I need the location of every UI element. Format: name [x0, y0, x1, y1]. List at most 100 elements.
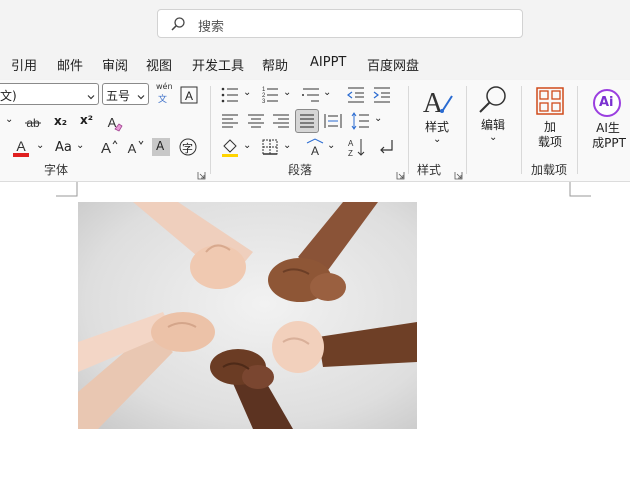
- justify-button[interactable]: [295, 109, 319, 133]
- paragraph-mark-icon: [380, 140, 393, 154]
- search-box[interactable]: 搜索: [157, 9, 523, 38]
- addins-button-label-2: 载项: [537, 135, 562, 149]
- shrink-font-button[interactable]: A: [124, 136, 146, 158]
- asian-layout-button[interactable]: A: [304, 136, 326, 158]
- margin-corner-right: [569, 182, 591, 197]
- svg-text:A: A: [348, 139, 354, 148]
- svg-text:A: A: [101, 140, 111, 157]
- tab-help[interactable]: 帮助: [262, 55, 288, 74]
- tab-view[interactable]: 视图: [146, 55, 172, 74]
- paragraph-dialog-launcher-icon[interactable]: [396, 165, 405, 180]
- strikethrough-button[interactable]: ab: [22, 112, 44, 134]
- ai-ppt-button[interactable]: Ai: [592, 88, 622, 118]
- svg-text:A: A: [108, 115, 117, 130]
- grow-font-button[interactable]: A: [98, 136, 120, 158]
- show-marks-button[interactable]: [375, 136, 397, 158]
- bullets-button[interactable]: [219, 84, 241, 106]
- chevron-down-icon[interactable]: ⌄: [243, 140, 251, 151]
- chevron-down-icon: [87, 90, 95, 100]
- shading-button[interactable]: [219, 136, 241, 158]
- styles-button[interactable]: A: [419, 84, 455, 120]
- tab-developer[interactable]: 开发工具: [192, 55, 244, 74]
- tab-references[interactable]: 引用: [11, 55, 37, 74]
- tab-review[interactable]: 审阅: [102, 55, 128, 74]
- chevron-down-icon[interactable]: ⌄: [36, 140, 44, 151]
- svg-text:A: A: [185, 89, 193, 103]
- sort-icon: AZ: [348, 139, 365, 158]
- character-border-button[interactable]: A: [178, 84, 200, 106]
- chevron-down-icon[interactable]: ⌄: [283, 87, 291, 98]
- asian-layout-icon: A: [306, 138, 324, 158]
- chevron-down-icon[interactable]: ⌄: [327, 140, 335, 151]
- title-bar: 搜索: [0, 0, 630, 46]
- hands-linked-image: [78, 202, 417, 429]
- chevron-down-icon: [137, 90, 145, 100]
- align-left-button[interactable]: [219, 110, 241, 132]
- clear-formatting-button[interactable]: A: [103, 112, 125, 134]
- change-case-button[interactable]: Aa: [55, 140, 72, 155]
- distributed-button[interactable]: [322, 110, 344, 132]
- align-right-icon: [273, 114, 289, 128]
- align-center-button[interactable]: [245, 110, 267, 132]
- tab-mailings[interactable]: 邮件: [57, 55, 83, 74]
- svg-text:A: A: [128, 141, 137, 156]
- superscript-button[interactable]: x²: [80, 113, 93, 127]
- paint-bucket-icon: [222, 139, 238, 157]
- decrease-indent-icon: [347, 87, 364, 103]
- font-size-value: 五号: [106, 89, 131, 103]
- svg-text:Z: Z: [348, 149, 353, 158]
- font-name-value: 文): [0, 89, 17, 103]
- font-color-button[interactable]: A: [10, 137, 32, 159]
- character-shading-button[interactable]: A: [152, 138, 170, 156]
- sort-button[interactable]: AZ: [346, 136, 368, 158]
- shrink-font-icon: A: [128, 140, 144, 156]
- subscript-button[interactable]: x₂: [54, 114, 67, 128]
- strikethrough-icon: ab: [25, 116, 41, 130]
- margin-corner-left: [56, 182, 78, 197]
- inserted-picture[interactable]: [78, 202, 417, 429]
- font-name-combo[interactable]: 文): [0, 83, 99, 105]
- font-dialog-launcher-icon[interactable]: [197, 165, 206, 180]
- align-left-icon: [222, 114, 238, 128]
- group-separator: [210, 86, 211, 174]
- svg-text:A: A: [423, 88, 444, 119]
- decrease-indent-button[interactable]: [345, 84, 367, 106]
- increase-indent-icon: [373, 87, 390, 103]
- ribbon: 文) 五号 wén 文 A ⌄ ab x₂ x² A A ⌄ Aa ⌄ A A …: [0, 80, 630, 182]
- chevron-down-icon[interactable]: ⌄: [283, 140, 291, 151]
- line-spacing-icon: [351, 112, 369, 130]
- styles-button-label: 样式: [424, 120, 449, 134]
- chevron-down-icon[interactable]: ⌄: [323, 87, 331, 98]
- chevron-down-icon[interactable]: ⌄: [243, 87, 251, 98]
- chevron-down-icon[interactable]: ⌄: [489, 132, 497, 143]
- addins-button-label-1: 加: [543, 120, 556, 134]
- increase-indent-button[interactable]: [371, 84, 393, 106]
- grow-font-icon: A: [101, 140, 118, 157]
- addins-button[interactable]: [535, 86, 565, 116]
- borders-button[interactable]: [259, 136, 281, 158]
- chevron-down-icon[interactable]: ⌄: [433, 134, 441, 145]
- chevron-down-icon[interactable]: ⌄: [76, 140, 84, 151]
- chevron-down-icon[interactable]: ⌄: [374, 113, 382, 124]
- svg-text:A: A: [16, 138, 26, 154]
- numbering-button[interactable]: 123: [259, 84, 281, 106]
- enclose-label: 字: [182, 142, 193, 155]
- numbering-icon: 123: [262, 87, 278, 105]
- phonetic-guide-button[interactable]: wén 文: [153, 82, 175, 105]
- ai-ppt-label-2: 成PPT: [592, 136, 626, 150]
- ai-ppt-label-1: AI生: [596, 121, 620, 135]
- group-separator: [466, 86, 467, 174]
- styles-icon: A: [423, 88, 453, 119]
- line-spacing-button[interactable]: [350, 110, 372, 132]
- font-size-combo[interactable]: 五号: [102, 83, 149, 105]
- editing-button[interactable]: [477, 84, 509, 116]
- group-separator: [408, 86, 409, 174]
- styles-dialog-launcher-icon[interactable]: [454, 165, 463, 180]
- chevron-down-icon[interactable]: ⌄: [5, 114, 13, 125]
- multilevel-list-button[interactable]: [300, 84, 322, 106]
- tab-aippt[interactable]: AIPPT: [310, 55, 346, 70]
- enclose-characters-button[interactable]: 字: [177, 136, 199, 158]
- tab-baidu-netdisk[interactable]: 百度网盘: [367, 55, 419, 74]
- search-icon: [170, 16, 186, 32]
- align-right-button[interactable]: [270, 110, 292, 132]
